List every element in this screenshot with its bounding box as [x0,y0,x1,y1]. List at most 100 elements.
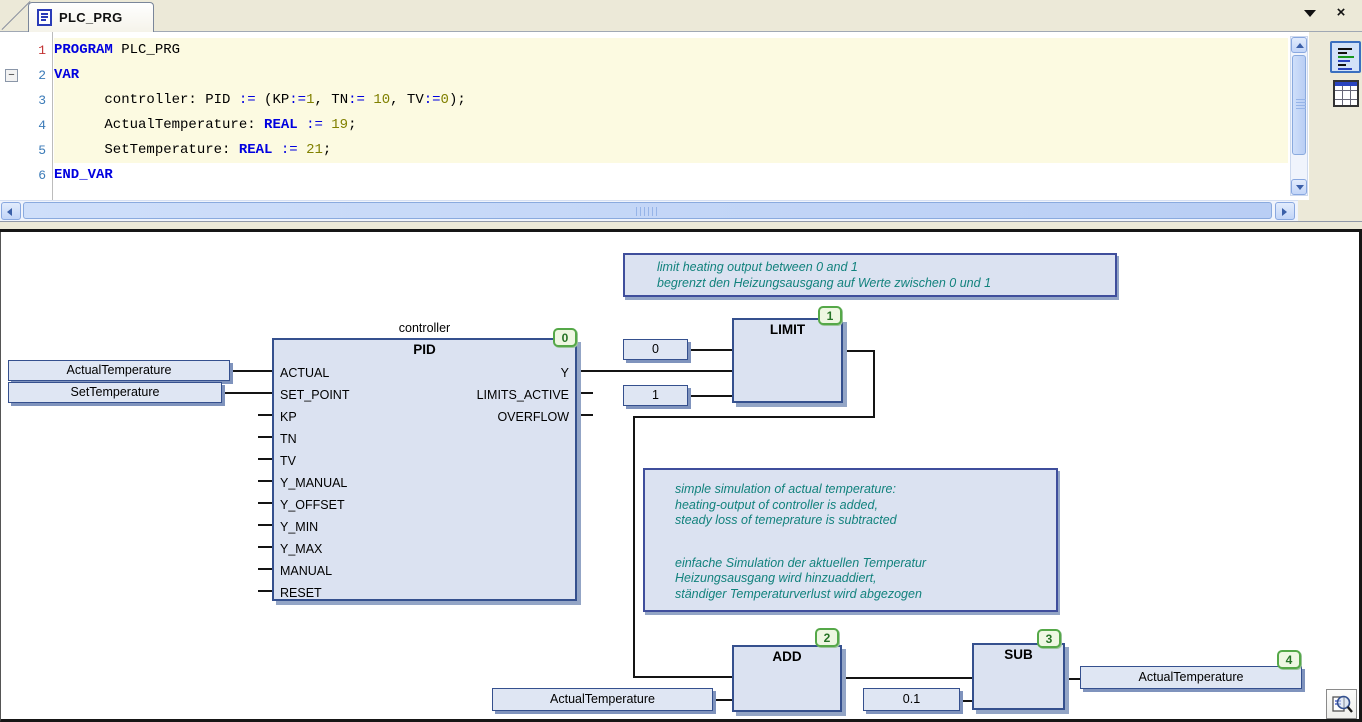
wire-segment [258,414,272,416]
scroll-right-button[interactable] [1275,202,1295,220]
comment-line: simple simulation of actual temperature: [675,482,1056,498]
code-segment: := [424,92,441,108]
cfc-zoom-button[interactable] [1326,689,1357,719]
scroll-down-button[interactable] [1291,179,1307,195]
tab-list-dropdown-icon[interactable] [1304,10,1316,17]
minus-icon: − [8,69,14,81]
pid-output-limits-active: LIMITS_ACTIVE [477,387,569,403]
wire-segment [633,416,875,418]
textview-icon [1338,48,1352,50]
pid-instance-label: controller [272,321,577,335]
line-number: 5 [0,138,46,163]
pid-input-set-point: SET_POINT [280,387,349,403]
code-line[interactable]: VAR [54,63,1288,88]
declaration-textview-button[interactable] [1330,41,1361,73]
comment-line: begrenzt den Heizungsausgang auf Werte z… [657,276,1115,292]
fold-toggle[interactable]: − [5,69,18,82]
tab-bar-diagonal [2,1,31,30]
constant-box-zero[interactable]: 0 [623,339,688,360]
wire-segment [258,502,272,504]
code-segment: := [281,142,298,158]
code-segment: controller: PID [54,92,239,108]
thumb-grip [636,207,660,216]
declaration-tableview-button[interactable] [1333,80,1359,107]
code-line[interactable]: END_VAR [54,163,1288,188]
execution-order-badge: 2 [815,628,839,647]
wire-segment [633,416,635,678]
scroll-up-button[interactable] [1291,37,1307,53]
pid-block[interactable]: PID ACTUAL SET_POINT KP TN TV Y_MANUAL Y… [272,338,577,601]
code-line[interactable]: ActualTemperature: REAL := 19; [54,113,1288,138]
code-segment: SetTemperature: [54,142,239,158]
code-line[interactable]: PROGRAM PLC_PRG [54,38,1288,63]
comment-line: ständiger Temperaturverlust wird abgezog… [675,587,1056,603]
pid-input-kp: KP [280,409,297,425]
pid-input-reset: RESET [280,585,322,601]
comment-box-simulation[interactable]: simple simulation of actual temperature:… [643,468,1058,612]
comment-box-limit[interactable]: limit heating output between 0 and 1 beg… [623,253,1117,297]
horizontal-scrollbar-thumb[interactable] [23,202,1272,219]
code-segment: (KP [256,92,290,108]
horizontal-scrollbar[interactable] [0,200,1298,221]
code-segment: := [348,92,373,108]
wire-segment [258,458,272,460]
code-segment: 10 [373,92,390,108]
code-segment [272,142,280,158]
comment-line: limit heating output between 0 and 1 [657,260,1115,276]
scroll-left-button[interactable] [1,202,21,220]
scroll-right-icon [1282,208,1287,216]
sub-block-title: SUB [974,647,1063,662]
pid-input-tn: TN [280,431,297,447]
line-number: 3 [0,88,46,113]
pid-input-y-max: Y_MAX [280,541,322,557]
wire-segment [258,436,272,438]
limit-block[interactable]: LIMIT [732,318,843,403]
code-segment: := [306,117,323,133]
pid-input-y-offset: Y_OFFSET [280,497,345,513]
comment-line: steady loss of temeprature is subtracted [675,513,1056,529]
scroll-down-icon [1296,185,1304,190]
pid-block-title: PID [274,342,575,357]
code-segment: , TN [314,92,348,108]
gutter-separator [52,32,53,200]
code-segment: END_VAR [54,167,113,183]
add-block[interactable]: ADD [732,645,842,712]
input-box-actual-temperature-2[interactable]: ActualTemperature [492,688,713,711]
code-segment: ActualTemperature: [54,117,264,133]
constant-box-one[interactable]: 1 [623,385,688,406]
wire-segment [688,349,732,351]
output-box-actual-temperature[interactable]: ActualTemperature [1080,666,1302,689]
code-segment: := [239,92,256,108]
execution-order-badge: 0 [553,328,577,347]
pid-input-y-manual: Y_MANUAL [280,475,347,491]
wire-segment [577,392,593,394]
execution-order-badge: 1 [818,306,842,325]
constant-box-loss[interactable]: 0.1 [863,688,960,711]
tab-plc-prg[interactable]: PLC_PRG [28,2,154,32]
line-number: 6 [0,163,46,188]
pane-splitter[interactable] [0,221,1362,229]
sub-block[interactable]: SUB [972,643,1065,710]
wire-segment [960,700,972,702]
input-box-set-temperature[interactable]: SetTemperature [8,382,222,403]
wire-segment [258,546,272,548]
input-box-actual-temperature[interactable]: ActualTemperature [8,360,230,381]
wire-segment [577,370,732,372]
comment-line: Heizungsausgang wird hinzuaddiert, [675,571,1056,587]
add-block-title: ADD [734,649,840,664]
close-icon: × [1337,4,1346,21]
wire-segment [258,480,272,482]
wire-segment [577,414,593,416]
pid-input-y-min: Y_MIN [280,519,318,535]
close-button[interactable]: × [1330,4,1352,22]
code-line[interactable]: SetTemperature: REAL := 21; [54,138,1288,163]
code-segment: ; [348,117,356,133]
line-number: 4 [0,113,46,138]
code-segment: REAL [264,117,298,133]
vertical-scrollbar[interactable] [1290,36,1308,196]
wire-segment [258,568,272,570]
vertical-scrollbar-thumb[interactable] [1292,55,1306,155]
code-segment: 19 [331,117,348,133]
code-segment: VAR [54,67,79,83]
code-line[interactable]: controller: PID := (KP:=1, TN:= 10, TV:=… [54,88,1288,113]
